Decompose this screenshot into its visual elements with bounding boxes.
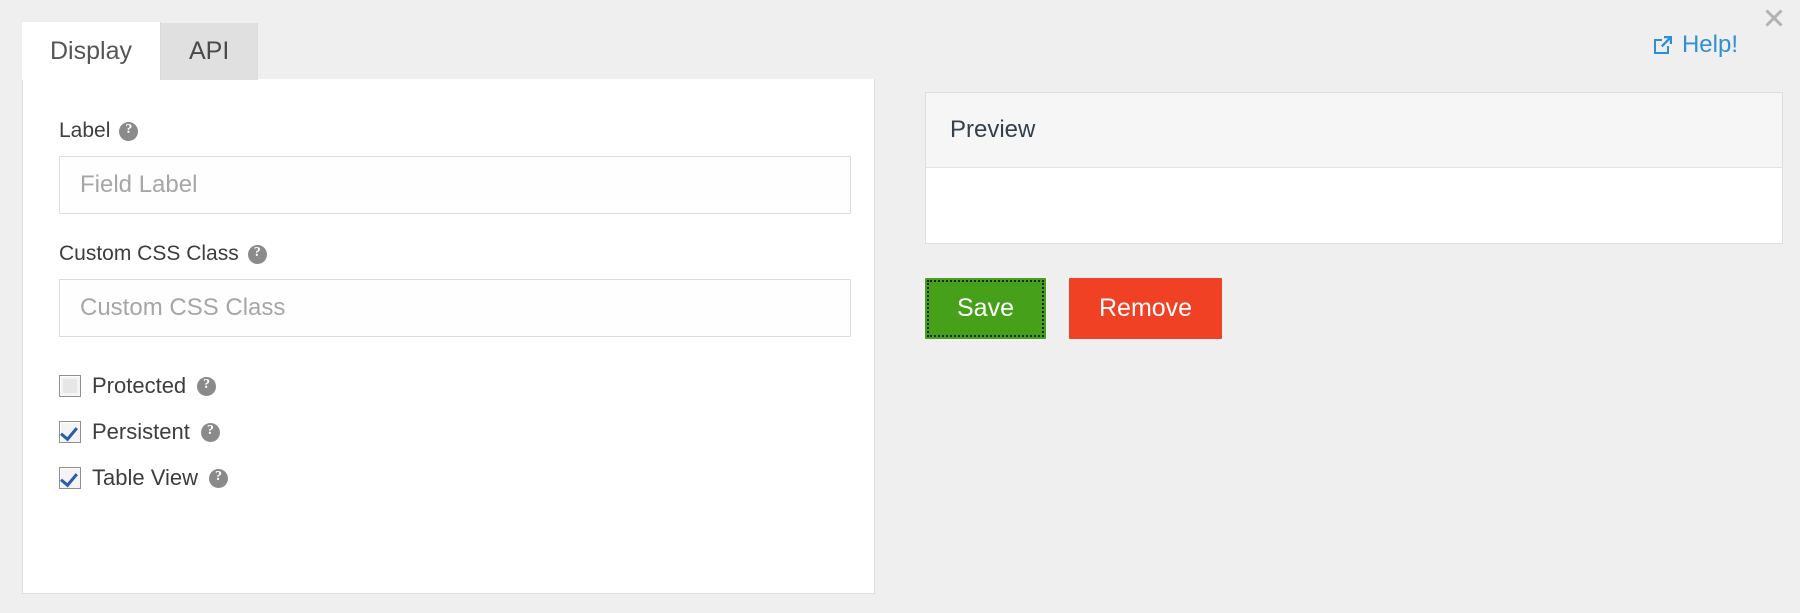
- help-link[interactable]: Help!: [1651, 33, 1738, 57]
- display-settings-panel: Label ? Custom CSS Class ? Protected ? P…: [22, 79, 875, 594]
- checkbox-persistent-label: Persistent: [92, 419, 190, 444]
- label-input[interactable]: [59, 156, 851, 214]
- custom-css-class-input[interactable]: [59, 279, 851, 337]
- checkbox-row-table-view[interactable]: Table View ?: [59, 465, 838, 491]
- tab-display[interactable]: Display: [22, 22, 161, 80]
- checkbox-protected-label: Protected: [92, 373, 187, 398]
- checkbox-group: Protected ? Persistent ? Table View ?: [59, 373, 838, 491]
- question-mark-circle-icon[interactable]: ?: [197, 376, 217, 396]
- question-mark-circle-icon[interactable]: ?: [247, 244, 267, 264]
- checkbox-table-view-label: Table View: [92, 465, 198, 490]
- close-button[interactable]: [1756, 2, 1792, 34]
- custom-css-class-caption-text: Custom CSS Class: [59, 242, 239, 265]
- close-icon: [1763, 7, 1785, 29]
- save-button[interactable]: Save: [925, 278, 1046, 339]
- action-buttons: Save Remove: [925, 278, 1223, 339]
- external-link-icon: [1651, 33, 1675, 57]
- remove-button[interactable]: Remove: [1068, 278, 1223, 339]
- tab-api[interactable]: API: [160, 23, 259, 80]
- preview-panel: Preview: [925, 92, 1783, 244]
- field-label-group: Label ?: [59, 119, 851, 214]
- checkbox-persistent[interactable]: [59, 421, 81, 443]
- checkbox-row-persistent[interactable]: Persistent ?: [59, 419, 838, 445]
- custom-css-class-caption: Custom CSS Class ?: [59, 242, 838, 266]
- label-field-caption: Label ?: [59, 119, 838, 143]
- question-mark-circle-icon[interactable]: ?: [200, 422, 220, 442]
- field-custom-css-group: Custom CSS Class ?: [59, 242, 851, 337]
- tab-display-label: Display: [50, 36, 132, 65]
- tab-api-label: API: [188, 37, 230, 65]
- checkbox-row-protected[interactable]: Protected ?: [59, 373, 838, 399]
- form-body: Label ? Custom CSS Class ? Protected ? P…: [23, 79, 874, 491]
- tab-bar: Display API: [22, 22, 259, 80]
- preview-title: Preview: [950, 116, 1036, 143]
- checkbox-table-view[interactable]: [59, 467, 81, 489]
- help-link-label: Help!: [1681, 31, 1738, 58]
- checkbox-protected[interactable]: [59, 375, 81, 397]
- question-mark-circle-icon[interactable]: ?: [119, 121, 139, 141]
- preview-header: Preview: [926, 93, 1782, 168]
- preview-body: [926, 168, 1782, 243]
- question-mark-circle-icon[interactable]: ?: [209, 468, 228, 488]
- label-field-caption-text: Label: [59, 119, 111, 142]
